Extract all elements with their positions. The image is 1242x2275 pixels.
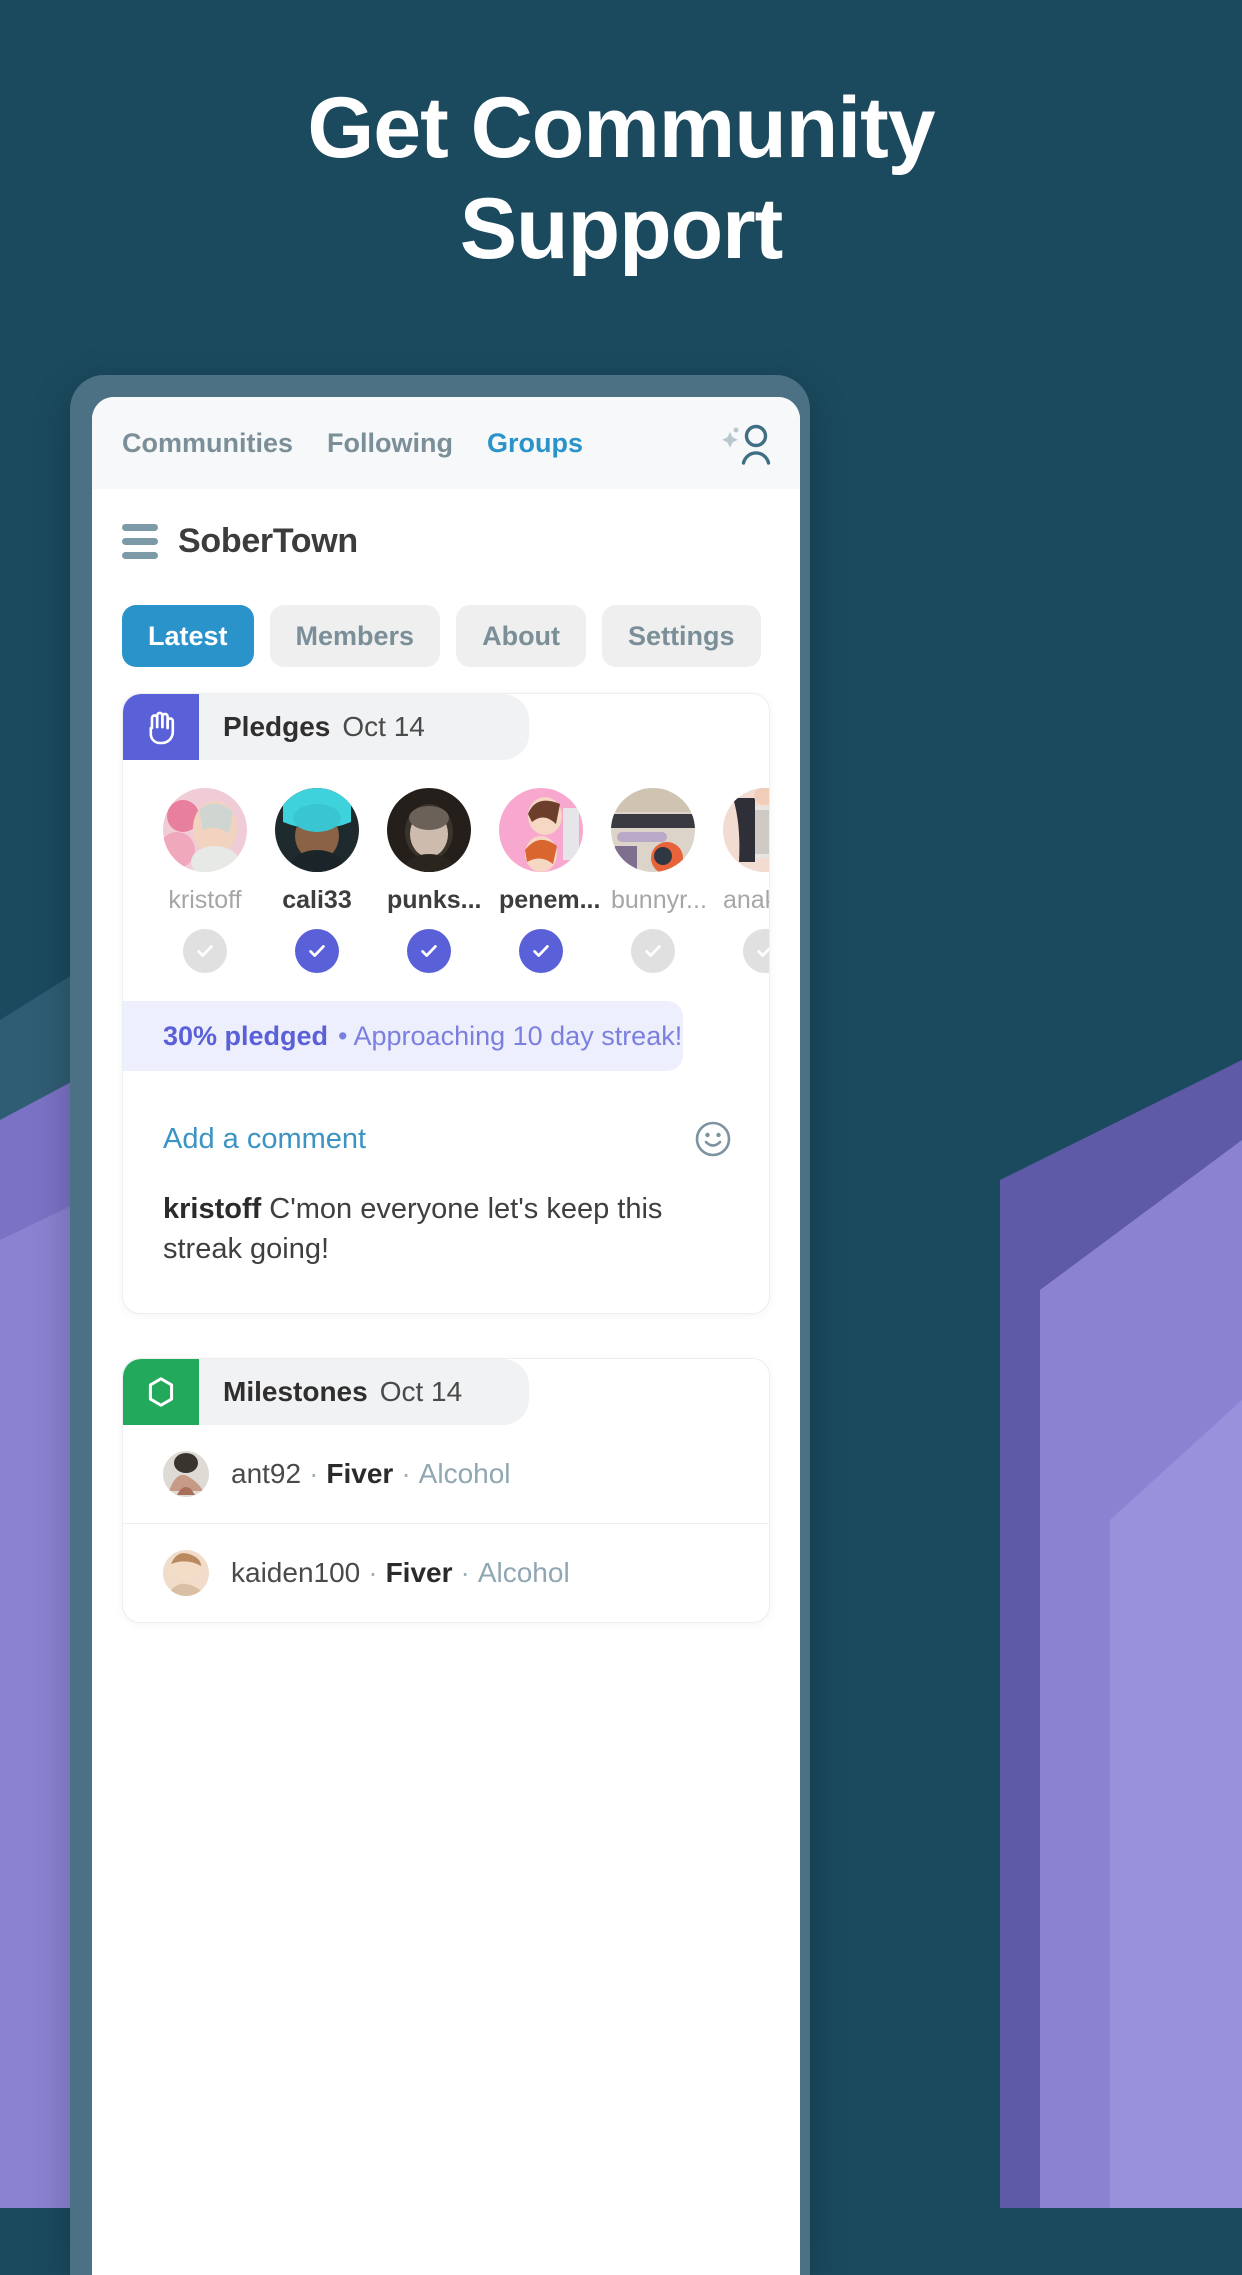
- milestone-category: Alcohol: [418, 1458, 511, 1490]
- pledger-name: cali33: [282, 886, 352, 914]
- separator-dot: ·: [368, 1557, 378, 1589]
- separator-dot: ·: [309, 1458, 319, 1490]
- milestone-row[interactable]: kaiden100 · Fiver · Alcohol: [123, 1524, 769, 1622]
- milestone-text: ant92 · Fiver · Alcohol: [231, 1458, 511, 1490]
- milestones-card: Milestones Oct 14 ant92 · Fiver · Alcoho…: [122, 1358, 770, 1624]
- pledger-item[interactable]: kristoff: [163, 788, 247, 973]
- pledge-check-icon[interactable]: [743, 929, 769, 973]
- avatar: [163, 788, 247, 872]
- smiley-face-icon[interactable]: [693, 1119, 733, 1159]
- milestone-badge: Fiver: [385, 1557, 453, 1589]
- hamburger-menu-icon[interactable]: [122, 523, 158, 559]
- milestones-card-title: Milestones: [223, 1376, 368, 1408]
- page-headline: Get Community Support: [0, 78, 1242, 281]
- nav-tab-following[interactable]: Following: [327, 428, 453, 459]
- pledger-name: punks...: [387, 886, 482, 914]
- pledge-check-icon[interactable]: [407, 929, 451, 973]
- pledge-percent: 30% pledged: [163, 1020, 329, 1051]
- pledges-card-header: Pledges Oct 14: [123, 694, 769, 760]
- avatar: [163, 1451, 209, 1498]
- comment-input-row: Add a comment: [123, 1071, 769, 1159]
- top-navigation-bar: Communities Following Groups: [92, 397, 800, 489]
- tab-about[interactable]: About: [456, 605, 587, 667]
- pledges-card-date: Oct 14: [342, 711, 425, 742]
- pledger-name: kristoff: [168, 886, 242, 914]
- pledger-name: anakki...: [723, 886, 769, 914]
- milestone-text: kaiden100 · Fiver · Alcohol: [231, 1557, 570, 1589]
- pledges-card-title-wrap: Pledges Oct 14: [199, 694, 529, 760]
- pledger-name: penem...: [499, 886, 601, 914]
- tab-settings[interactable]: Settings: [602, 605, 761, 667]
- pledger-name: bunnyr...: [611, 886, 707, 914]
- tab-latest[interactable]: Latest: [122, 605, 254, 667]
- raised-hand-icon: [123, 694, 199, 760]
- headline-line-2: Support: [459, 181, 784, 278]
- avatar: [499, 788, 583, 872]
- pledger-list: kristoff cali33 punks... penem... bunnyr…: [123, 760, 769, 983]
- comment-item: kristoff C'mon everyone let's keep this s…: [123, 1159, 769, 1313]
- pledge-status-banner: 30% pledged • Approaching 10 day streak!: [123, 1001, 683, 1071]
- nav-tab-communities[interactable]: Communities: [122, 428, 293, 459]
- group-header: SoberTown: [92, 489, 800, 593]
- group-feed: Pledges Oct 14 kristoff cali33 punks... …: [92, 693, 800, 1624]
- hexagon-icon: [123, 1359, 199, 1426]
- milestones-card-header: Milestones Oct 14: [123, 1359, 769, 1426]
- group-tab-bar: Latest Members About Settings: [92, 593, 800, 693]
- phone-mockup: Communities Following Groups SoberTown L…: [70, 375, 810, 2275]
- pledges-card-title: Pledges: [223, 711, 331, 742]
- add-comment-link[interactable]: Add a comment: [163, 1123, 366, 1156]
- milestone-user: ant92: [231, 1458, 302, 1490]
- avatar: [163, 1550, 209, 1597]
- avatar: [723, 788, 769, 872]
- milestones-card-date: Oct 14: [379, 1376, 463, 1408]
- avatar: [275, 788, 359, 872]
- pledge-streak-text: • Approaching 10 day streak!: [338, 1020, 683, 1051]
- pledger-item[interactable]: cali33: [275, 788, 359, 973]
- pledger-item[interactable]: punks...: [387, 788, 482, 973]
- avatar: [611, 788, 695, 872]
- avatar: [387, 788, 471, 872]
- separator-dot: ·: [460, 1557, 470, 1589]
- milestone-user: kaiden100: [231, 1557, 361, 1589]
- tab-members[interactable]: Members: [269, 605, 441, 667]
- milestone-badge: Fiver: [326, 1458, 394, 1490]
- person-sparkle-icon[interactable]: [718, 423, 774, 469]
- milestones-card-title-wrap: Milestones Oct 14: [199, 1359, 529, 1426]
- nav-tab-groups[interactable]: Groups: [487, 428, 583, 459]
- separator-dot: ·: [401, 1458, 411, 1490]
- comment-author[interactable]: kristoff: [163, 1193, 261, 1225]
- phone-screen: Communities Following Groups SoberTown L…: [92, 397, 800, 2275]
- pledger-item[interactable]: bunnyr...: [611, 788, 707, 973]
- pledge-check-icon[interactable]: [183, 929, 227, 973]
- pledges-card: Pledges Oct 14 kristoff cali33 punks... …: [122, 693, 770, 1315]
- headline-line-1: Get Community: [307, 80, 935, 176]
- milestone-category: Alcohol: [477, 1557, 570, 1589]
- pledger-item[interactable]: anakki...: [723, 788, 769, 973]
- pledge-check-icon[interactable]: [519, 929, 563, 973]
- group-title: SoberTown: [178, 521, 358, 560]
- milestone-row[interactable]: ant92 · Fiver · Alcohol: [123, 1425, 769, 1525]
- pledge-check-icon[interactable]: [295, 929, 339, 973]
- pledger-item[interactable]: penem...: [499, 788, 601, 973]
- pledge-check-icon[interactable]: [631, 929, 675, 973]
